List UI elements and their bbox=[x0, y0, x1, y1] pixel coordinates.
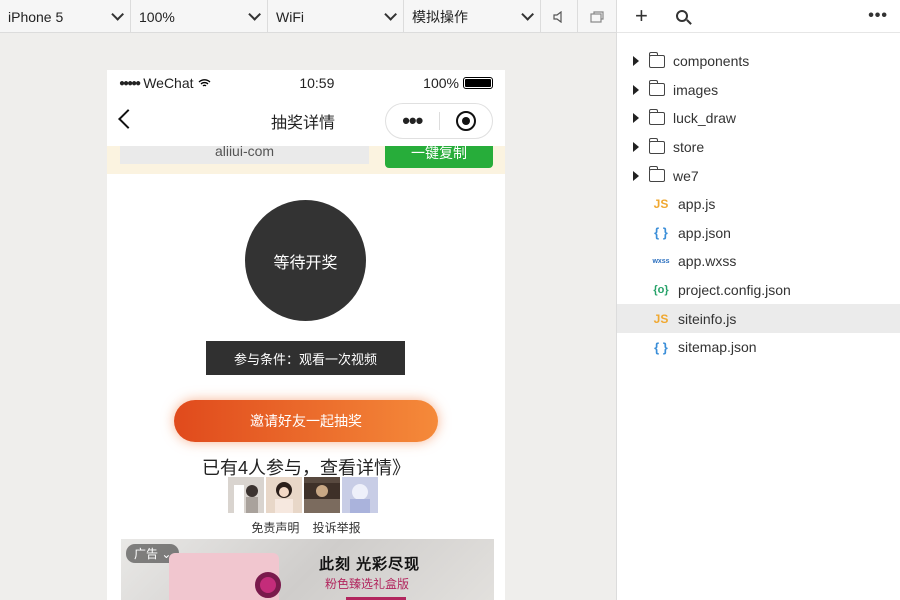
wifi-icon bbox=[198, 79, 210, 87]
file-item[interactable]: JS app.js bbox=[617, 190, 900, 219]
ad-title: 此刻 光彩尽现 bbox=[319, 556, 421, 573]
device-select[interactable]: iPhone 5 bbox=[0, 0, 131, 33]
avatar[interactable] bbox=[304, 477, 340, 513]
folder-item[interactable]: we7 bbox=[617, 161, 900, 190]
add-file-button[interactable]: + bbox=[635, 5, 648, 27]
avatar[interactable] bbox=[266, 477, 302, 513]
folder-icon bbox=[648, 80, 665, 97]
zoom-select[interactable]: 100% bbox=[131, 0, 268, 33]
more-options-button[interactable]: ••• bbox=[868, 7, 888, 25]
avatar[interactable] bbox=[342, 477, 378, 513]
status-bar: ●●●●● WeChat 10:59 100% bbox=[107, 70, 505, 96]
chevron-down-icon bbox=[384, 8, 397, 21]
file-item[interactable]: {o} project.config.json bbox=[617, 276, 900, 305]
phone-screen: ●●●●● WeChat 10:59 100% 抽奖详情 ••• aliiui-… bbox=[107, 70, 505, 600]
config-file-icon: {o} bbox=[653, 284, 669, 297]
explorer-toolbar: + ••• bbox=[617, 0, 900, 33]
carrier-name: WeChat bbox=[143, 75, 194, 91]
operation-select[interactable]: 模拟操作 bbox=[404, 0, 541, 33]
js-file-icon: JS bbox=[653, 311, 669, 326]
caret-right-icon[interactable] bbox=[633, 84, 639, 95]
speaker-icon bbox=[553, 10, 562, 23]
more-button[interactable]: ••• bbox=[386, 110, 439, 132]
file-name: luck_draw bbox=[673, 110, 737, 127]
folder-item[interactable]: store bbox=[617, 133, 900, 162]
window-icon bbox=[589, 10, 604, 23]
ad-subtitle: 粉色臻选礼盒版 bbox=[325, 577, 410, 591]
participant-avatars bbox=[228, 477, 378, 513]
file-name: app.js bbox=[678, 196, 716, 213]
participation-condition: 参与条件：观看一次视频 bbox=[206, 341, 405, 375]
file-name: images bbox=[673, 81, 719, 98]
report-link[interactable]: 投诉举报 bbox=[313, 521, 361, 535]
network-select[interactable]: WiFi bbox=[268, 0, 404, 33]
caret-right-icon[interactable] bbox=[633, 170, 639, 181]
status-time: 10:59 bbox=[299, 75, 335, 91]
search-icon[interactable] bbox=[675, 10, 688, 22]
signal-icon: ●●●●● bbox=[119, 77, 141, 89]
file-name: we7 bbox=[673, 167, 699, 184]
target-circle-icon bbox=[455, 111, 476, 131]
wxss-file-icon: wxss bbox=[652, 257, 670, 265]
file-name: store bbox=[673, 139, 705, 156]
battery-icon bbox=[462, 77, 493, 89]
copy-button[interactable]: 一键复制 bbox=[385, 146, 493, 168]
caret-right-icon[interactable] bbox=[633, 56, 639, 67]
file-item[interactable]: { } app.json bbox=[617, 219, 900, 248]
ad-banner[interactable]: 广告 ⌄ 此刻 光彩尽现 粉色臻选礼盒版 bbox=[121, 539, 494, 600]
detach-button[interactable] bbox=[578, 0, 615, 33]
folder-icon bbox=[648, 166, 665, 183]
folder-icon bbox=[648, 137, 665, 154]
invite-friends-button[interactable]: 邀请好友一起抽奖 bbox=[174, 400, 438, 442]
simulator-area: ●●●●● WeChat 10:59 100% 抽奖详情 ••• aliiui-… bbox=[0, 33, 616, 600]
avatar[interactable] bbox=[228, 477, 264, 513]
copy-bar: aliiui-com 一键复制 bbox=[107, 146, 505, 174]
disclaimer-link[interactable]: 免责声明 bbox=[251, 521, 299, 535]
file-name: app.wxss bbox=[678, 253, 737, 270]
footer-links: 免责声明 投诉举报 bbox=[107, 519, 505, 536]
chevron-down-icon bbox=[248, 8, 261, 21]
ad-badge-label: 广告 bbox=[134, 547, 159, 561]
simulator-toolbar: iPhone 5 100% WiFi 模拟操作 bbox=[0, 0, 616, 33]
file-name: app.json bbox=[678, 224, 731, 241]
chevron-down-icon bbox=[111, 8, 124, 21]
file-name: components bbox=[673, 53, 750, 70]
file-name: siteinfo.js bbox=[678, 310, 737, 327]
caret-right-icon[interactable] bbox=[633, 113, 639, 124]
json-file-icon: { } bbox=[654, 339, 668, 355]
close-mini-program-button[interactable] bbox=[439, 111, 492, 131]
mute-button[interactable] bbox=[541, 0, 578, 33]
battery-percent: 100% bbox=[423, 75, 459, 91]
folder-icon bbox=[648, 51, 665, 68]
network-select-value: WiFi bbox=[276, 8, 304, 25]
file-tree: components images luck_drawstore we7 JS app.j… bbox=[617, 33, 900, 362]
folder-item[interactable]: luck_draw bbox=[617, 104, 900, 133]
lottery-status-circle: 等待开奖 bbox=[245, 200, 366, 321]
json-file-icon: { } bbox=[654, 225, 668, 241]
caret-right-icon[interactable] bbox=[633, 142, 639, 153]
folder-item[interactable]: images bbox=[617, 76, 900, 105]
capsule-menu: ••• bbox=[385, 103, 493, 139]
file-name: sitemap.json bbox=[678, 339, 757, 356]
folder-icon bbox=[648, 108, 665, 125]
copy-text-field: aliiui-com bbox=[120, 146, 369, 164]
file-explorer: + ••• components images luck_drawstore we7 J… bbox=[616, 0, 900, 600]
chevron-down-icon bbox=[521, 8, 534, 21]
product-image bbox=[255, 572, 281, 598]
zoom-select-value: 100% bbox=[139, 8, 175, 25]
operation-select-value: 模拟操作 bbox=[412, 8, 468, 25]
file-item[interactable]: wxss app.wxss bbox=[617, 247, 900, 276]
nav-bar: 抽奖详情 ••• bbox=[107, 96, 505, 146]
file-item[interactable]: JS siteinfo.js bbox=[617, 304, 900, 333]
folder-item[interactable]: components bbox=[617, 47, 900, 76]
js-file-icon: JS bbox=[653, 197, 669, 212]
file-name: project.config.json bbox=[678, 282, 791, 299]
device-select-value: iPhone 5 bbox=[8, 8, 64, 25]
file-item[interactable]: { } sitemap.json bbox=[617, 333, 900, 362]
